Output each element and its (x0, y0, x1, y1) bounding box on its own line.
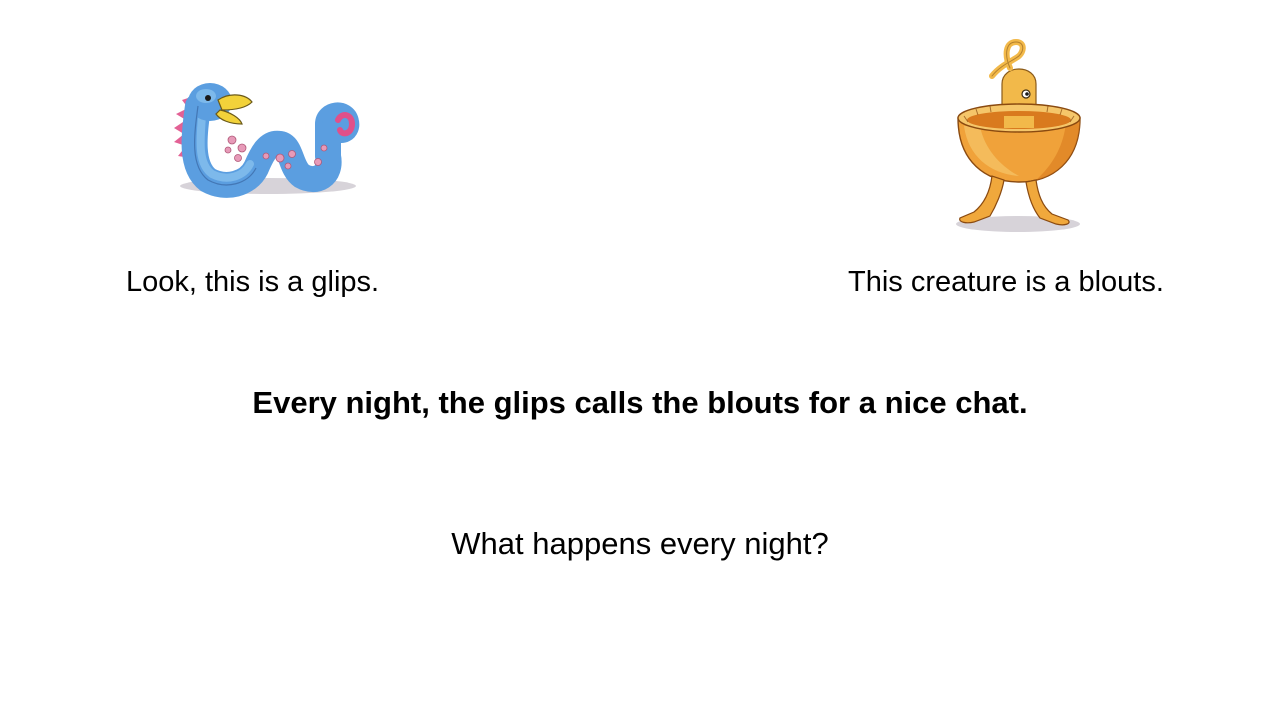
glips-caption: Look, this is a glips. (126, 266, 380, 298)
glips-beak (217, 94, 253, 111)
story-statement: Every night, the glips calls the blouts … (252, 385, 1028, 420)
blouts-caption: This creature is a blouts. (848, 266, 1164, 298)
comprehension-question: What happens every night? (451, 526, 829, 561)
blouts-pupil (1025, 92, 1029, 96)
glips-illustration (174, 83, 360, 198)
blouts-leg-left (959, 175, 1005, 224)
glips-beak-lower (215, 109, 243, 125)
glips-eye (205, 95, 211, 101)
slide: Look, this is a glips. This creature is … (0, 0, 1280, 720)
blouts-illustration (956, 38, 1081, 232)
blouts-neck-front (1004, 116, 1034, 128)
